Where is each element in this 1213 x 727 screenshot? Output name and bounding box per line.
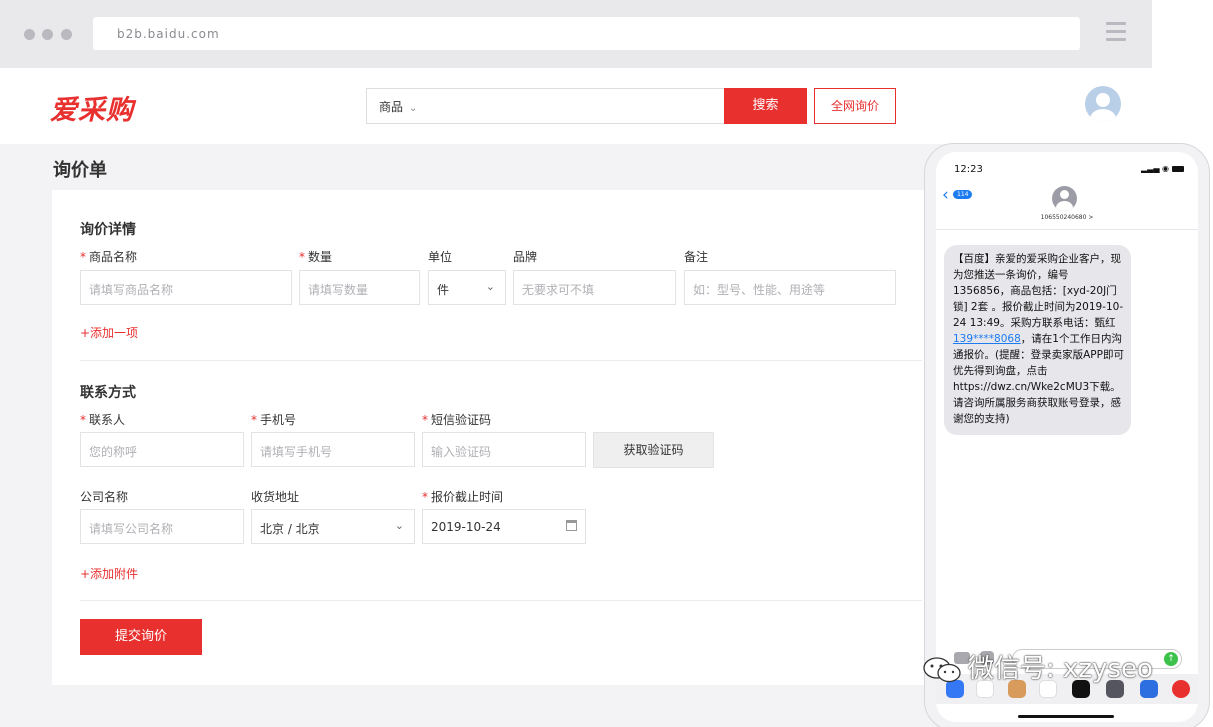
submit-inquiry-button[interactable]: 提交询价 [80,619,202,655]
calendar-icon [566,520,577,531]
deadline-label: * 报价截止时间 [422,490,504,504]
deadline-date-input[interactable]: 2019-10-24 [422,509,586,544]
user-avatar[interactable] [1085,86,1121,122]
all-inquiry-button[interactable]: 全网询价 [814,88,896,124]
product-name-label: * 商品名称 [80,250,138,264]
company-input[interactable]: 请填写公司名称 [80,509,244,544]
back-chevron-icon[interactable]: ‹ [942,185,949,205]
get-code-button[interactable]: 获取验证码 [593,432,714,468]
inquiry-form: 询价详情 * 商品名称 * 数量 单位 品牌 备注 请填写商品名称 请填写数量 件 ⌄… [52,190,952,685]
app-red-icon[interactable] [1172,680,1190,698]
inquiry-section-title: 询价详情 [80,222,136,238]
menu-icon[interactable] [1106,22,1126,46]
deadline-value: 2019-10-24 [431,520,501,534]
note-input[interactable]: 如：型号、性能、用途等 [684,270,896,305]
add-item-link[interactable]: +添加一项 [80,324,138,341]
phone-mockup: 12:23 ▂▃▄ ◉ ‹ 114 106550240680 > 【百度】亲爱的… [924,143,1210,727]
contact-avatar[interactable] [1052,186,1077,211]
search-button[interactable]: 搜索 [724,88,807,124]
sms-code-label: * 短信验证码 [422,413,492,427]
contact-number[interactable]: 106550240680 > [936,214,1198,221]
page-title: 询价单 [53,160,107,181]
chevron-down-icon: ⌄ [485,280,495,293]
phone-number-link[interactable]: 139****8068 [953,333,1021,345]
site-logo[interactable]: 爱采购 [50,88,134,127]
note-label: 备注 [684,250,709,264]
wechat-icon [923,656,961,682]
watermark-text: 微信号: xzyseo [968,654,1153,684]
unit-value: 件 [437,283,450,297]
unit-label: 单位 [428,250,453,264]
section-divider [80,600,922,601]
chevron-down-icon: ⌄ [394,519,404,532]
address-select[interactable]: 北京 / 北京 ⌄ [251,509,415,544]
send-arrow-icon[interactable]: ↑ [1164,652,1178,666]
window-close-dot[interactable] [24,29,35,40]
battery-icon [1172,165,1184,172]
brand-input[interactable]: 无要求可不填 [513,270,676,305]
contact-person-input[interactable]: 您的称呼 [80,432,244,467]
address-value: 北京 / 北京 [260,522,320,536]
watermark: 微信号: xzyseo [922,648,1153,685]
home-indicator [1018,715,1114,718]
chevron-down-icon: ⌄ [409,103,418,114]
contact-person-label: * 联系人 [80,413,126,427]
phone-label: * 手机号 [251,413,297,427]
search-category-label: 商品 [379,100,404,114]
add-attachment-link[interactable]: +添加附件 [80,565,138,582]
unit-select[interactable]: 件 ⌄ [428,270,506,305]
phone-divider [936,229,1198,230]
status-time: 12:23 [954,164,983,175]
search-category-select[interactable]: 商品 ⌄ [379,98,417,115]
brand-label: 品牌 [513,250,538,264]
window-maximize-dot[interactable] [61,29,72,40]
sms-message-bubble: 【百度】亲爱的爱采购企业客户，现为您推送一条询价，编号1356856，商品包括：… [944,245,1131,435]
company-label: 公司名称 [80,490,129,504]
quantity-label: * 数量 [299,250,333,264]
phone-screen: 12:23 ▂▃▄ ◉ ‹ 114 106550240680 > 【百度】亲爱的… [936,152,1198,722]
contact-section-title: 联系方式 [80,385,136,401]
site-header: 爱采购 商品 ⌄ 搜索 全网询价 [0,68,1152,144]
section-divider [80,360,922,361]
quantity-input[interactable]: 请填写数量 [299,270,420,305]
address-label: 收货地址 [251,490,300,504]
product-name-input[interactable]: 请填写商品名称 [80,270,292,305]
address-bar[interactable]: b2b.baidu.com [93,17,1080,50]
unread-badge: 114 [953,190,973,199]
status-icons: ▂▃▄ ◉ [1141,164,1184,173]
sms-code-input[interactable]: 输入验证码 [422,432,586,467]
phone-input[interactable]: 请填写手机号 [251,432,415,467]
window-minimize-dot[interactable] [42,29,53,40]
browser-chrome: b2b.baidu.com [0,0,1152,68]
